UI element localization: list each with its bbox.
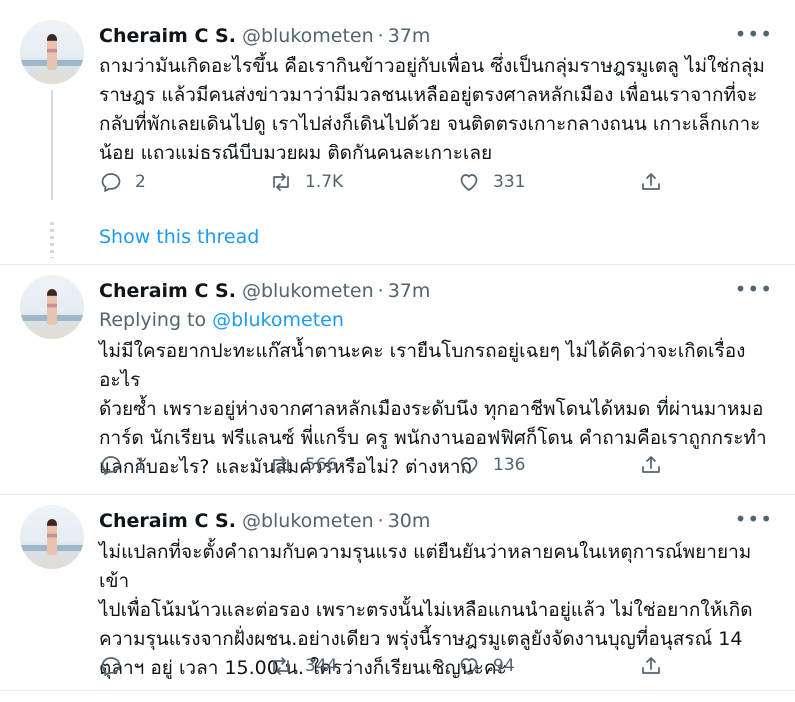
retweet-count: 1.7K [305,172,344,192]
tweet-text: ถามว่ามันเกิดอะไรขึ้น คือเรากินข้าวอยู่ก… [99,55,765,164]
timestamp[interactable]: 37m [388,280,431,302]
show-thread-link[interactable]: Show this thread [99,226,259,248]
separator-dot: · [377,280,384,302]
display-name[interactable]: Cheraim C S. [99,510,236,532]
like-button[interactable]: 94 [457,654,515,678]
avatar[interactable] [20,275,84,339]
tweet-header: Cheraim C S. @blukometen · 37m [99,280,430,302]
retweet-count: 566 [305,455,338,475]
tweet[interactable]: Cheraim C S. @blukometen · 37m ••• ถามว่ามั… [0,0,795,258]
avatar[interactable] [20,20,84,84]
retweet-button[interactable]: 344 [269,654,337,678]
more-icon[interactable]: ••• [735,507,773,531]
like-button[interactable]: 136 [457,453,525,477]
retweet-count: 344 [305,656,338,676]
more-icon[interactable]: ••• [735,22,773,46]
heart-icon [460,174,478,191]
tweet-actions: 2 1.7K 331 [99,170,679,196]
tweet-actions: 344 94 [99,654,679,680]
thread-dots [50,222,54,258]
retweet-button[interactable]: 1.7K [269,170,343,194]
reply-button[interactable]: 1 [99,453,146,477]
tweet[interactable]: Cheraim C S. @blukometen · 37m ••• Replying… [0,265,795,495]
reply-button[interactable]: 2 [99,170,146,194]
share-button[interactable] [639,654,675,678]
display-name[interactable]: Cheraim C S. [99,280,236,302]
avatar[interactable] [20,505,84,569]
avatar-person [47,34,57,70]
reply-icon [101,173,121,192]
heart-icon [460,658,478,675]
like-button[interactable]: 331 [457,170,525,194]
separator-dot: · [377,25,384,47]
tweet-actions: 1 566 136 [99,453,679,479]
reply-icon [101,657,121,676]
separator-dot: · [377,510,384,532]
timestamp[interactable]: 30m [388,510,431,532]
handle[interactable]: @blukometen [242,25,374,47]
retweet-icon [273,456,289,474]
replying-to-label: Replying to [99,309,207,331]
handle[interactable]: @blukometen [242,280,374,302]
reply-icon [101,456,121,475]
tweet-header: Cheraim C S. @blukometen · 37m [99,25,430,47]
replying-to-mention[interactable]: @blukometen [212,309,344,331]
avatar-person [47,289,57,325]
tweet[interactable]: Cheraim C S. @blukometen · 30m ••• ไม่แปลกท… [0,495,795,702]
reply-count: 2 [135,172,146,192]
more-icon[interactable]: ••• [735,277,773,301]
handle[interactable]: @blukometen [242,510,374,532]
like-count: 94 [493,656,515,676]
share-icon [642,657,660,674]
like-count: 331 [493,172,526,192]
divider [0,690,795,691]
retweet-button[interactable]: 566 [269,453,337,477]
tweet-header: Cheraim C S. @blukometen · 30m [99,510,430,532]
share-icon [642,456,660,473]
share-button[interactable] [639,170,675,194]
heart-icon [460,457,478,474]
share-button[interactable] [639,453,675,477]
retweet-icon [273,657,289,675]
retweet-icon [273,173,289,191]
replying-to: Replying to @blukometen [99,309,344,331]
reply-button[interactable] [99,654,135,678]
like-count: 136 [493,455,526,475]
reply-count: 1 [135,455,146,475]
display-name[interactable]: Cheraim C S. [99,25,236,47]
share-icon [642,173,660,190]
thread-line [51,90,53,200]
timestamp[interactable]: 37m [388,25,431,47]
avatar-person [47,519,57,555]
